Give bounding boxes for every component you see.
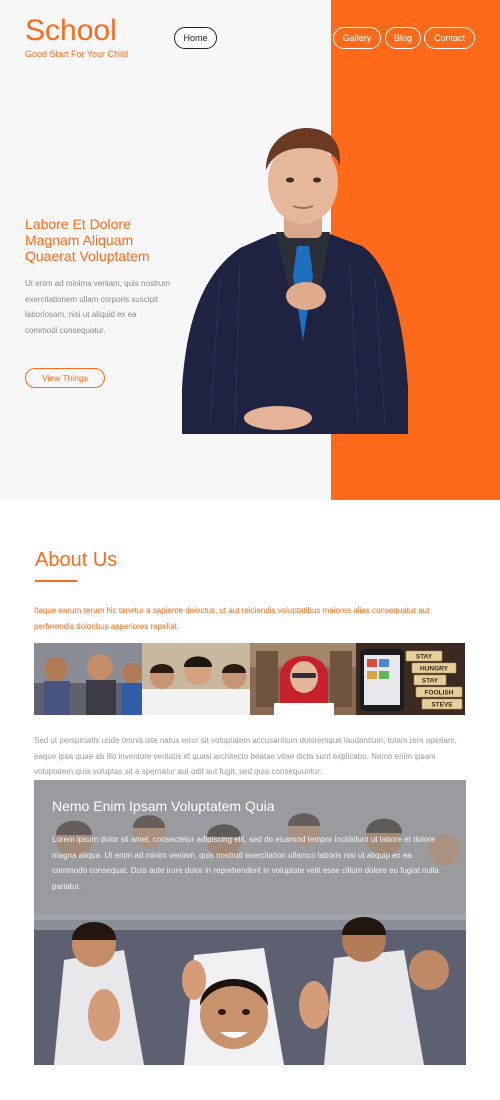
hero-man-photo <box>182 128 408 434</box>
feature-text: Lorem ipsum dolor sit amet, consectetur … <box>52 835 439 892</box>
kids-photo-2 <box>142 643 250 715</box>
tile-steve: STEVE <box>431 702 453 709</box>
about-title-underline <box>35 580 77 582</box>
tile-foolish: FOOLISH <box>425 690 454 697</box>
feature-title: Nemo Enim Ipsam Voluptatem Quia <box>52 798 275 814</box>
nav-contact[interactable]: Contact <box>424 27 475 49</box>
site-logo[interactable]: School Good Start For Your Child <box>25 14 128 59</box>
tile-stay-2: STAY <box>422 678 439 685</box>
about-body-text: Sed ut perspiciatis unde omnis iste natu… <box>34 736 457 777</box>
nav-gallery[interactable]: Gallery <box>333 27 381 49</box>
logo-tagline: Good Start For Your Child <box>25 49 129 59</box>
girl-photo <box>250 643 356 715</box>
tile-hungry: HUNGRY <box>420 666 449 673</box>
scrabble-photo: STAY HUNGRY STAY FOOLISH STEVE <box>356 643 465 715</box>
tile-stay-1: STAY <box>416 654 433 661</box>
nav-home[interactable]: Home <box>174 27 217 49</box>
hero-heading: Labore Et Dolore Magnam Aliquam Quaerat … <box>25 216 150 264</box>
about-title: About Us <box>35 549 118 571</box>
hero-section: School Good Start For Your Child Home Ga… <box>0 0 500 500</box>
hero-text: Ut enim ad minima veniam, quis nostrum e… <box>25 279 170 335</box>
logo-title[interactable]: School <box>25 14 128 48</box>
about-lead-text: Itaque earum rerum hic tenetur a sapient… <box>34 606 430 631</box>
feature-banner: Nemo Enim Ipsam Voluptatem Quia Lorem ip… <box>34 780 466 1065</box>
about-photo-strip: STAY HUNGRY STAY FOOLISH STEVE <box>34 643 465 715</box>
view-things-button[interactable]: View Things <box>25 368 105 388</box>
nav-blog[interactable]: Blog <box>385 27 421 49</box>
kids-photo-1 <box>34 643 142 715</box>
